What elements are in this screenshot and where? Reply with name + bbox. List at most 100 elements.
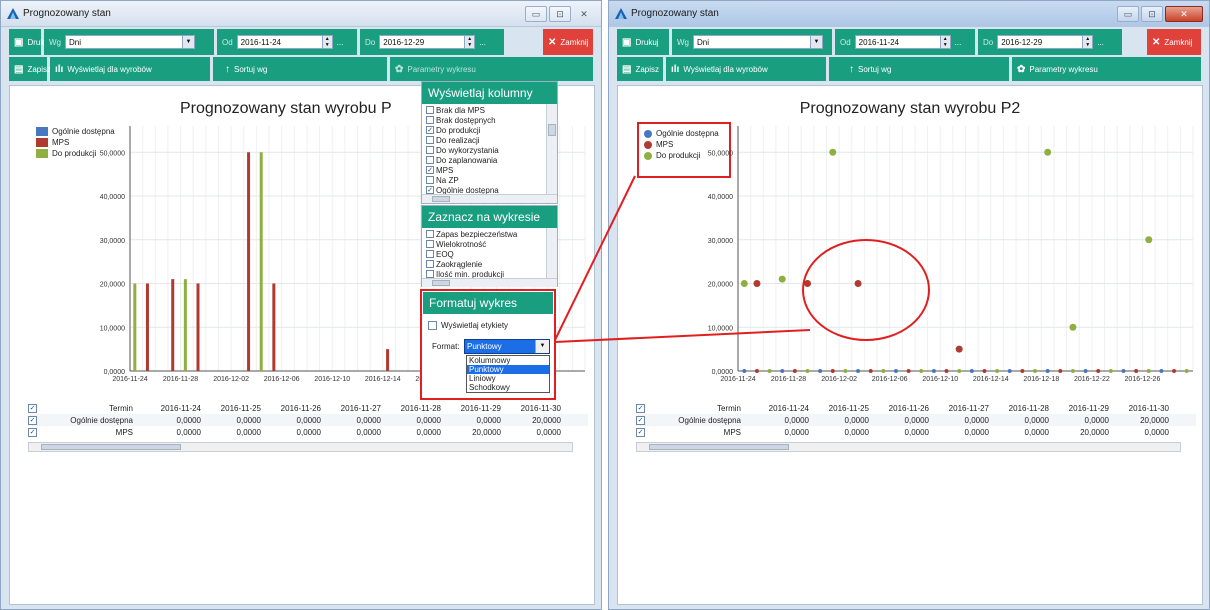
spinner-icon[interactable]: ▲ ▼ bbox=[321, 36, 332, 48]
column-checkbox[interactable] bbox=[426, 156, 434, 164]
column-checkbox[interactable] bbox=[426, 116, 434, 124]
zero-point bbox=[944, 369, 949, 373]
column-checkbox[interactable]: ✓ bbox=[426, 126, 434, 134]
zero-point bbox=[818, 369, 823, 373]
column-option[interactable]: Do realizacji bbox=[426, 135, 545, 145]
row-checkbox[interactable]: ✓ bbox=[28, 403, 37, 413]
column-option[interactable]: Do zaplanowania bbox=[426, 155, 545, 165]
horizontal-scrollbar[interactable] bbox=[422, 194, 557, 203]
from-date-field[interactable]: 2016-11-24 ▲ ▼ bbox=[236, 35, 333, 49]
chart-params-button[interactable]: ✿ Parametry wykresu bbox=[1012, 57, 1201, 81]
x-tick-label: 2016-12-02 bbox=[821, 376, 857, 383]
minimize-button[interactable]: ▭ bbox=[1117, 5, 1139, 22]
table-row-label: Ogólnie dostępna bbox=[678, 415, 741, 425]
column-option[interactable]: ✓ Ogólnie dostępna bbox=[426, 185, 545, 194]
column-option[interactable]: Brak dostępnych bbox=[426, 115, 545, 125]
show-labels-row[interactable]: Wyświetlaj etykiety bbox=[422, 315, 554, 330]
chart-params-label: Parametry wykresu bbox=[1029, 64, 1098, 74]
spinner-icon[interactable]: ▲ ▼ bbox=[1082, 36, 1093, 48]
mark-option[interactable]: Zaokrąglenie bbox=[426, 259, 545, 269]
column-checkbox[interactable] bbox=[426, 146, 434, 154]
sort-button[interactable]: ↑ Sortuj wg bbox=[829, 57, 1009, 81]
print-button[interactable]: ▣ Drukuj bbox=[9, 29, 51, 55]
format-select-value: Punktowy bbox=[467, 342, 502, 351]
spinner-icon[interactable]: ▲ ▼ bbox=[464, 36, 475, 48]
sort-button[interactable]: ↑ Sortuj wg bbox=[213, 57, 387, 81]
column-checkbox[interactable]: ✓ bbox=[426, 166, 434, 174]
format-option[interactable]: Schodkowy bbox=[467, 383, 549, 392]
table-cell: 0,0000 bbox=[964, 427, 989, 437]
scroll-thumb[interactable] bbox=[432, 280, 450, 286]
mark-option[interactable]: EOQ bbox=[426, 249, 545, 259]
format-option[interactable]: Kolumnowy bbox=[467, 356, 549, 365]
column-option[interactable]: ✓ Do produkcji bbox=[426, 125, 545, 135]
column-checkbox[interactable] bbox=[426, 106, 434, 114]
x-tick-label: 2016-11-24 bbox=[720, 376, 755, 383]
show-labels-checkbox[interactable] bbox=[428, 321, 437, 330]
save-button[interactable]: ▤ Zapisz bbox=[9, 57, 51, 81]
row-checkbox[interactable]: ✓ bbox=[28, 427, 37, 437]
mark-option[interactable]: Ilość min. produkcji bbox=[426, 269, 545, 278]
mark-checkbox[interactable] bbox=[426, 270, 434, 278]
column-option[interactable]: Do wykorzystania bbox=[426, 145, 545, 155]
format-select[interactable]: Punktowy ▼ bbox=[464, 339, 550, 354]
format-option[interactable]: Punktowy bbox=[467, 365, 549, 374]
scroll-thumb[interactable] bbox=[41, 444, 181, 450]
row-checkbox[interactable]: ✓ bbox=[636, 403, 645, 413]
to-ellipsis[interactable]: ... bbox=[1097, 38, 1104, 47]
maximize-button[interactable]: ⊡ bbox=[549, 5, 571, 22]
horizontal-scrollbar[interactable] bbox=[28, 442, 573, 452]
from-date-value: 2016-11-24 bbox=[240, 37, 281, 47]
print-button[interactable]: ▣ Drukuj bbox=[617, 29, 669, 55]
vertical-scrollbar[interactable] bbox=[546, 104, 557, 194]
column-option[interactable]: ✓ MPS bbox=[426, 165, 545, 175]
close-window-button[interactable]: ✕ bbox=[573, 6, 595, 22]
maximize-button[interactable]: ⊡ bbox=[1141, 5, 1163, 22]
mark-checkbox[interactable] bbox=[426, 260, 434, 268]
show-for-products-button[interactable]: ılı Wyświetlaj dla wyrobów bbox=[50, 57, 210, 81]
horizontal-scrollbar[interactable] bbox=[422, 278, 557, 287]
vertical-scrollbar[interactable] bbox=[546, 228, 557, 278]
mark-checkbox[interactable] bbox=[426, 230, 434, 238]
mark-checkbox[interactable] bbox=[426, 240, 434, 248]
column-checkbox[interactable] bbox=[426, 136, 434, 144]
format-option[interactable]: Liniowy bbox=[467, 374, 549, 383]
table-cell: 20,0000 bbox=[472, 427, 501, 437]
mark-option[interactable]: Zapas bezpieczeństwa bbox=[426, 229, 545, 239]
mark-option[interactable]: Wielokrotność bbox=[426, 239, 545, 249]
chart-params-button[interactable]: ✿ Parametry wykresu bbox=[390, 57, 593, 81]
column-option[interactable]: Brak dla MPS bbox=[426, 105, 545, 115]
show-for-products-button[interactable]: ılı Wyświetlaj dla wyrobów bbox=[666, 57, 826, 81]
to-date-field[interactable]: 2016-12-29 ▲ ▼ bbox=[379, 35, 476, 49]
column-checkbox[interactable] bbox=[426, 176, 434, 184]
row-checkbox[interactable]: ✓ bbox=[28, 415, 37, 425]
close-button[interactable]: ✕ Zamknij bbox=[543, 29, 593, 55]
y-tick-label: 20,0000 bbox=[708, 282, 733, 289]
horizontal-scrollbar[interactable] bbox=[636, 442, 1181, 452]
column-option-label: Do produkcji bbox=[436, 125, 481, 135]
group-by-select[interactable]: Dni ▼ bbox=[693, 35, 823, 49]
from-date-field[interactable]: 2016-11-24 ▲ ▼ bbox=[854, 35, 951, 49]
close-window-button[interactable]: ✕ bbox=[1165, 5, 1203, 22]
zero-point bbox=[868, 369, 873, 373]
to-ellipsis[interactable]: ... bbox=[479, 38, 486, 47]
bar bbox=[259, 152, 263, 371]
spinner-icon[interactable]: ▲ ▼ bbox=[939, 36, 950, 48]
scroll-thumb[interactable] bbox=[548, 124, 556, 136]
close-button[interactable]: ✕ Zamknij bbox=[1147, 29, 1201, 55]
from-ellipsis[interactable]: ... bbox=[337, 38, 344, 47]
from-ellipsis[interactable]: ... bbox=[955, 38, 962, 47]
minimize-button[interactable]: ▭ bbox=[525, 5, 547, 22]
to-date-field[interactable]: 2016-12-29 ▲ ▼ bbox=[997, 35, 1094, 49]
x-tick-label: 2016-12-06 bbox=[264, 376, 300, 383]
row-checkbox[interactable]: ✓ bbox=[636, 427, 645, 437]
zero-point bbox=[931, 369, 936, 373]
row-checkbox[interactable]: ✓ bbox=[636, 415, 645, 425]
column-checkbox[interactable]: ✓ bbox=[426, 186, 434, 194]
scroll-thumb[interactable] bbox=[649, 444, 789, 450]
mark-checkbox[interactable] bbox=[426, 250, 434, 258]
save-button[interactable]: ▤ Zapisz bbox=[617, 57, 663, 81]
column-option[interactable]: Na ZP bbox=[426, 175, 545, 185]
group-by-select[interactable]: Dni ▼ bbox=[65, 35, 195, 49]
scroll-thumb[interactable] bbox=[432, 196, 450, 202]
